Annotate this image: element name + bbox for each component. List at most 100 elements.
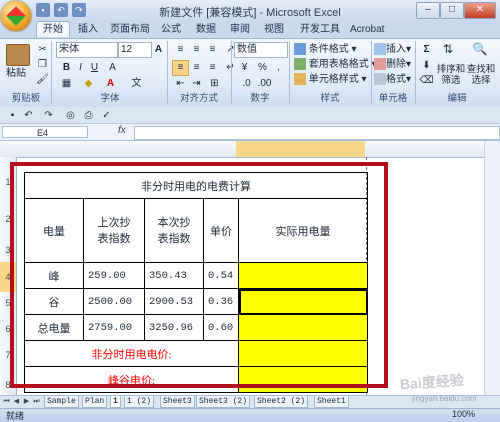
delete-cells-button[interactable]: 删除▾ [374,57,411,72]
watermark-url: jingyan.baidu.com [412,394,477,403]
sort-filter-button[interactable]: 排序和 筛选 [434,64,468,86]
find-select-button[interactable]: 查找和 选择 [464,64,498,86]
cut-icon[interactable]: ✂ [34,42,51,58]
selected-column-header[interactable] [236,141,365,157]
sheet-tab[interactable]: Sample [44,396,79,408]
conditional-format-button[interactable]: 条件格式 ▾ [294,42,357,57]
maximize-button[interactable]: □ [440,2,464,19]
prev-sheet-icon[interactable]: ◀ [12,397,21,406]
name-box[interactable]: E4 [2,126,88,138]
decrease-decimal-icon[interactable]: .00 [256,76,273,92]
align-right-icon[interactable]: ≡ [204,60,221,76]
tab-acrobat[interactable]: Acrobat [344,22,390,37]
font-size-select[interactable]: 12 [118,42,152,58]
zoom-level[interactable]: 100% [452,409,475,419]
sheet-tab[interactable]: Sheet3 [160,396,195,408]
number-group-label: 数字 [250,93,270,104]
sheet-tab[interactable]: Sheet1 [314,396,349,408]
clipboard-group-label: 剪贴板 [11,93,41,104]
sort-filter-icon[interactable]: ⇅ [440,42,456,62]
merge-center-icon[interactable]: ⊞ [206,76,223,92]
status-ready: 就绪 [6,411,25,421]
tab-home[interactable]: 开始 [36,21,70,37]
font-name-select[interactable]: 宋体 [56,42,118,58]
align-middle-icon[interactable]: ≡ [188,42,205,58]
office-logo-icon [6,6,26,26]
tab-developer[interactable]: 开发工具 [294,22,346,37]
first-sheet-icon[interactable]: ⏮ [2,397,11,406]
save-icon[interactable]: ▪ [36,3,50,17]
tab-formulas[interactable]: 公式 [155,22,187,37]
formula-input[interactable] [134,126,500,140]
last-sheet-icon[interactable]: ⏭ [32,397,41,406]
tab-insert[interactable]: 插入 [72,22,104,37]
delete-cells-label: 删除 [386,59,406,70]
format-cells-icon [374,73,386,86]
save-icon[interactable]: ▪ [4,108,21,124]
redo-icon[interactable]: ↷ [72,3,86,17]
fill-color-icon[interactable]: ◆ [80,76,97,92]
font-color-icon[interactable]: A [102,76,119,92]
underline-button[interactable]: U [86,60,103,76]
redo-icon[interactable]: ↷ [40,108,57,124]
delete-cells-icon [374,58,386,71]
spelling-icon[interactable]: ✓ [98,108,115,124]
office-button[interactable] [1,1,31,31]
number-format-select[interactable]: 数值 [234,42,288,58]
next-sheet-icon[interactable]: ▶ [22,397,31,406]
align-center-icon[interactable]: ≡ [188,60,205,76]
sheet-tab[interactable]: 1 (2) [124,396,155,408]
tab-review[interactable]: 审阅 [224,22,256,37]
format-cells-button[interactable]: 格式▾ [374,72,411,87]
print-icon[interactable]: ⎙ [80,108,97,124]
format-as-table-label: 套用表格格式 [308,59,369,70]
shrink-font-button[interactable]: A [104,60,121,76]
close-button[interactable]: ✕ [464,2,496,19]
quick-access-toolbar: ▪ ↶ ↷ [36,3,86,19]
format-painter-icon[interactable]: 🖌 [34,72,51,88]
status-bar [0,408,500,422]
format-cells-label: 格式 [386,74,406,85]
copy-icon[interactable]: ❐ [34,57,51,73]
table-format-icon [294,58,306,71]
increase-indent-icon[interactable]: ⇥ [188,76,205,92]
conditional-format-label: 条件格式 [308,44,349,55]
sheet-tab[interactable]: Sheet2 (2) [254,396,309,408]
percent-button[interactable]: % [254,60,271,76]
clear-icon[interactable]: ⌫ [418,73,435,89]
sheet-tab[interactable]: Sheet3 (2) [196,396,251,408]
insert-function-button[interactable]: fx [118,125,126,136]
align-top-icon[interactable]: ≡ [172,42,189,58]
paste-icon[interactable] [6,44,30,66]
tab-page-layout[interactable]: 页面布局 [104,22,156,37]
sheet-tab-active[interactable]: 1 [110,396,121,408]
borders-icon[interactable]: ▦ [58,76,75,92]
decrease-indent-icon[interactable]: ⇤ [172,76,189,92]
cell-styles-label: 单元格样式 [308,74,359,85]
tab-view[interactable]: 视图 [258,22,290,37]
fill-icon[interactable]: ⬇ [418,58,435,74]
font-group-label: 字体 [100,93,120,104]
autosum-button[interactable]: Σ [418,42,435,58]
increase-decimal-icon[interactable]: .0 [238,76,255,92]
tab-data[interactable]: 数据 [190,22,222,37]
minimize-button[interactable]: – [416,2,440,19]
find-select-icon[interactable]: 🔍 [472,42,488,62]
vertical-scrollbar[interactable] [484,141,500,395]
sheet-tab[interactable]: Plan [82,396,108,408]
grow-font-button[interactable]: A [150,42,167,58]
phonetic-button[interactable]: 文 [128,76,145,92]
comma-button[interactable]: , [270,60,287,76]
editing-group-label: 编辑 [447,93,467,104]
undo-icon[interactable]: ↶ [54,3,68,17]
cell-styles-button[interactable]: 单元格样式 ▾ [294,72,367,87]
align-bottom-icon[interactable]: ≡ [204,42,221,58]
undo-icon[interactable]: ↶ [20,108,37,124]
print-preview-icon[interactable]: ◎ [62,108,79,124]
currency-icon[interactable]: ¥ [236,60,253,76]
paste-button[interactable]: 粘贴 [6,66,26,81]
insert-cells-button[interactable]: 插入▾ [374,42,411,57]
insert-cells-icon [374,43,386,56]
align-left-icon[interactable]: ≡ [172,60,189,76]
format-as-table-button[interactable]: 套用表格格式 ▾ [294,57,377,72]
